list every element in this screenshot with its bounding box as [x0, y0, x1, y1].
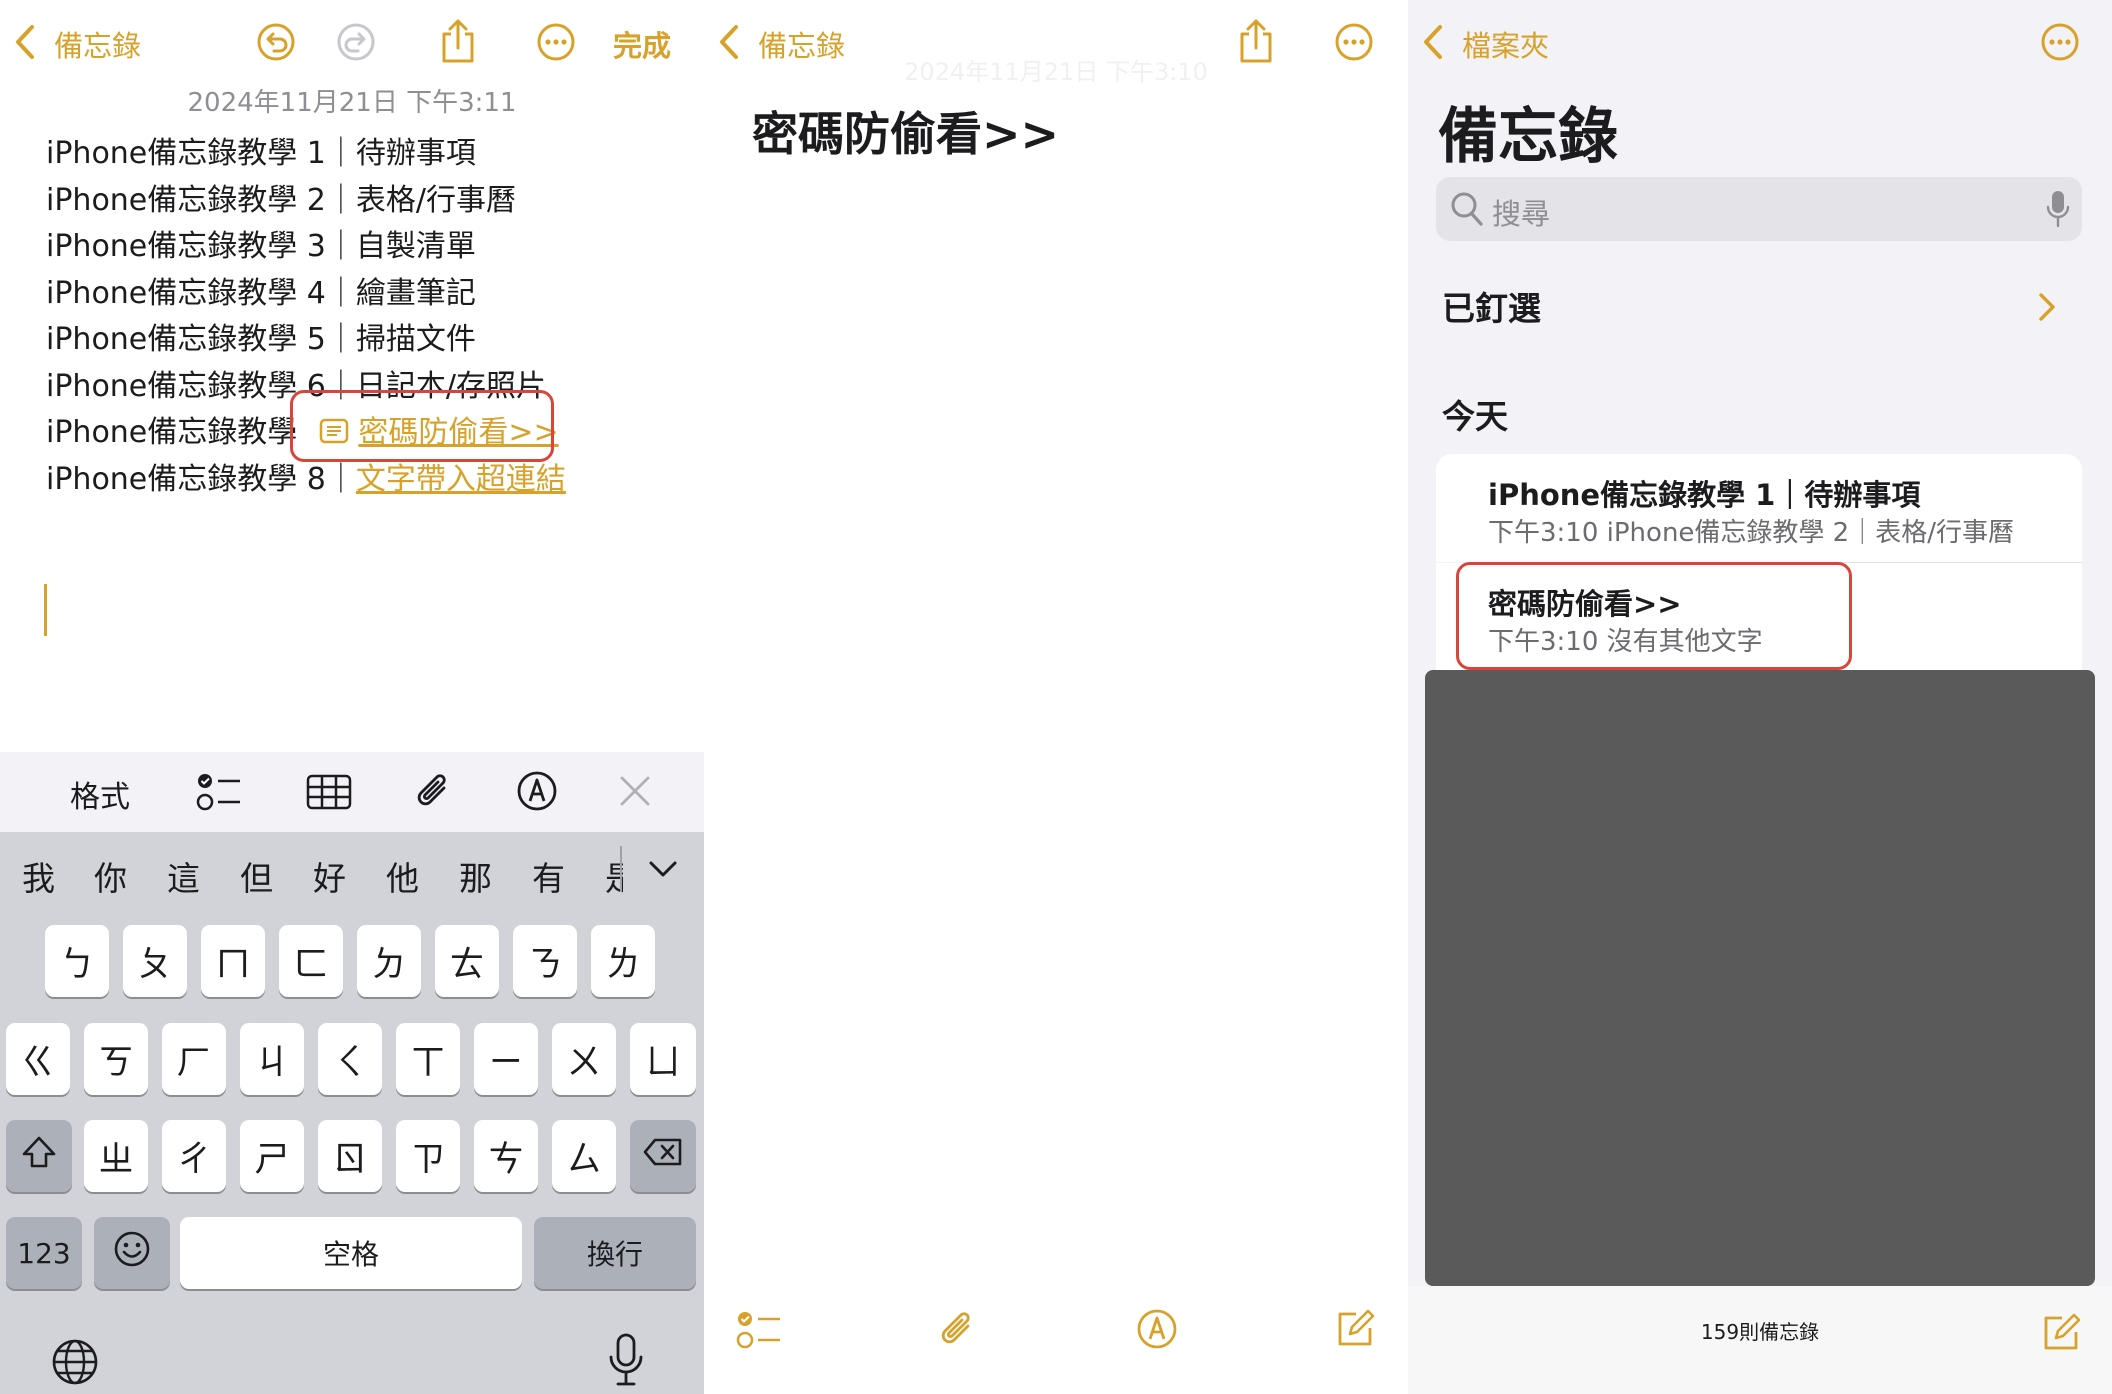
- note-item-title: iPhone備忘錄教學 1｜待辦事項: [1488, 478, 1921, 512]
- key[interactable]: ㄒ: [396, 1023, 460, 1095]
- candidate-word[interactable]: 我: [22, 852, 55, 900]
- table-icon[interactable]: [306, 774, 352, 810]
- emoji-key[interactable]: [94, 1217, 170, 1289]
- numbers-key[interactable]: 123: [6, 1217, 82, 1289]
- share-icon[interactable]: [1238, 18, 1274, 64]
- space-key[interactable]: 空格: [180, 1217, 522, 1289]
- key[interactable]: ㄋ: [513, 925, 577, 997]
- search-icon: [1450, 191, 1484, 227]
- note-date-faded: 2024年11月21日 下午3:10: [904, 58, 1208, 86]
- note-line: iPhone備忘錄教學 4｜繪畫筆記: [46, 276, 476, 311]
- share-icon[interactable]: [440, 18, 476, 64]
- back-button[interactable]: 備忘錄: [54, 23, 141, 65]
- note-list-item[interactable]: iPhone備忘錄教學 1｜待辦事項 下午3:10 iPhone備忘錄教學 2｜…: [1436, 454, 2082, 562]
- more-options-icon[interactable]: [536, 22, 576, 62]
- backspace-icon: [642, 1136, 684, 1176]
- linked-note-panel: 備忘錄 2024年11月21日 下午3:10 密碼防偷看>>: [704, 0, 1408, 1394]
- zhuyin-keyboard: 我 你 這 但 好 他 那 有 是 ㄅ ㄆ ㄇ ㄈ ㄉ ㄊ ㄋ ㄌ ㄍ ㄎ ㄏ …: [0, 832, 704, 1394]
- note-date: 2024年11月21日 下午3:11: [187, 88, 517, 118]
- candidate-word[interactable]: 他: [386, 852, 419, 900]
- page-title: 備忘錄: [1438, 102, 1618, 172]
- key[interactable]: ㄨ: [552, 1023, 616, 1095]
- globe-icon[interactable]: [50, 1337, 100, 1387]
- notes-count: 159則備忘錄: [1700, 1320, 1820, 1344]
- note-item-subtitle: 下午3:10 iPhone備忘錄教學 2｜表格/行事曆: [1488, 518, 2014, 548]
- markup-pen-icon[interactable]: [1136, 1308, 1178, 1350]
- format-button[interactable]: 格式: [70, 772, 130, 816]
- key[interactable]: ㄗ: [396, 1120, 460, 1192]
- key[interactable]: ㄈ: [279, 925, 343, 997]
- hyperlink-text[interactable]: 文字帶入超連結: [356, 462, 566, 497]
- candidate-word[interactable]: 那: [459, 852, 492, 900]
- checklist-icon[interactable]: [736, 1310, 782, 1350]
- key[interactable]: ㄅ: [45, 925, 109, 997]
- markup-pen-icon[interactable]: [516, 770, 558, 812]
- key[interactable]: ㄩ: [630, 1023, 696, 1095]
- highlight-box: [290, 390, 554, 462]
- search-field[interactable]: 搜尋: [1436, 177, 2082, 241]
- key[interactable]: ㄍ: [6, 1023, 70, 1095]
- key[interactable]: ㄘ: [474, 1120, 538, 1192]
- compose-icon[interactable]: [2040, 1312, 2082, 1354]
- attachment-icon[interactable]: [414, 770, 454, 814]
- pinned-section-header[interactable]: 已釘選: [1442, 282, 1541, 330]
- key[interactable]: ㄓ: [84, 1120, 148, 1192]
- key[interactable]: ㄔ: [162, 1120, 226, 1192]
- return-key[interactable]: 換行: [534, 1217, 696, 1289]
- shift-icon: [21, 1135, 57, 1178]
- candidate-word[interactable]: 有: [532, 852, 565, 900]
- checklist-icon[interactable]: [196, 772, 242, 812]
- key[interactable]: ㄕ: [240, 1120, 304, 1192]
- attachment-icon[interactable]: [938, 1308, 978, 1352]
- delete-key[interactable]: [630, 1120, 696, 1192]
- key[interactable]: ㄌ: [591, 925, 655, 997]
- dictation-mic-icon[interactable]: [606, 1332, 646, 1388]
- undo-icon[interactable]: [256, 22, 296, 62]
- note-line: iPhone備忘錄教學 5｜掃描文件: [46, 322, 476, 357]
- candidate-word[interactable]: 這: [167, 852, 200, 900]
- emoji-icon: [113, 1230, 151, 1277]
- search-placeholder: 搜尋: [1492, 197, 1551, 231]
- folders-back-button[interactable]: 檔案夾: [1462, 23, 1549, 65]
- candidate-word[interactable]: 你: [94, 852, 127, 900]
- key[interactable]: ㄉ: [357, 925, 421, 997]
- redo-icon[interactable]: [336, 22, 376, 62]
- redacted-overlay: [1425, 670, 2095, 1286]
- key[interactable]: ㄧ: [474, 1023, 538, 1095]
- key[interactable]: ㄇ: [201, 925, 265, 997]
- key[interactable]: ㄐ: [240, 1023, 304, 1095]
- key[interactable]: ㄊ: [435, 925, 499, 997]
- candidate-word[interactable]: 好: [313, 852, 346, 900]
- note-line: iPhone備忘錄教學 2｜表格/行事曆: [46, 183, 516, 218]
- today-section-header: 今天: [1442, 397, 1508, 436]
- key[interactable]: ㄎ: [84, 1023, 148, 1095]
- mic-icon[interactable]: [2046, 189, 2070, 229]
- notes-list-panel: 檔案夾 備忘錄 搜尋 已釘選 今天 iPhone備忘錄教學 1｜待辦事項 下午3…: [1408, 0, 2112, 1394]
- compose-icon[interactable]: [1334, 1308, 1376, 1350]
- format-toolbar: 格式: [0, 752, 704, 832]
- chevron-right-icon[interactable]: [2038, 292, 2056, 322]
- chevron-down-icon[interactable]: [648, 860, 678, 878]
- more-options-icon[interactable]: [1334, 22, 1374, 62]
- key[interactable]: ㄆ: [123, 925, 187, 997]
- key[interactable]: ㄖ: [318, 1120, 382, 1192]
- bottom-toolbar: 159則備忘錄: [1408, 1286, 2112, 1394]
- note-line: iPhone備忘錄教學 3｜自製清單: [46, 229, 476, 264]
- note-line: iPhone備忘錄教學 1｜待辦事項: [46, 136, 476, 171]
- note-editor-panel: 備忘錄 完成 2024年11月21日 下午3:11 iPhone備忘錄教學 1｜…: [0, 0, 704, 1394]
- candidate-word[interactable]: 但: [240, 852, 273, 900]
- key[interactable]: ㄑ: [318, 1023, 382, 1095]
- candidate-divider: [620, 846, 622, 892]
- text-cursor: [44, 584, 47, 636]
- key[interactable]: ㄏ: [162, 1023, 226, 1095]
- more-options-icon[interactable]: [2040, 22, 2080, 62]
- done-button[interactable]: 完成: [613, 23, 671, 65]
- back-chevron-icon[interactable]: [1422, 24, 1444, 60]
- shift-key[interactable]: [6, 1120, 72, 1192]
- note-title: 密碼防偷看>>: [752, 107, 1060, 161]
- highlight-box: [1456, 562, 1852, 670]
- key[interactable]: ㄙ: [552, 1120, 616, 1192]
- close-icon[interactable]: [618, 774, 652, 808]
- back-chevron-icon[interactable]: [14, 24, 36, 60]
